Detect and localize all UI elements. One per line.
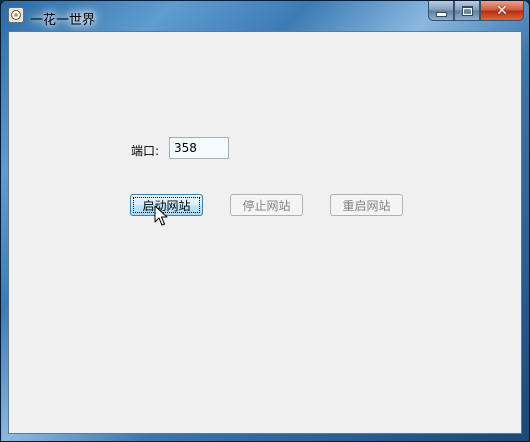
client-area: 端口: 启动网站 停止网站 重启网站 [8,31,522,434]
app-window: 一花一世界 ✕ 端口: 启动网站 停止网站 重启网站 [0,0,530,442]
stop-site-button[interactable]: 停止网站 [230,194,303,216]
stop-site-label: 停止网站 [242,198,291,213]
title-bar[interactable]: 一花一世界 ✕ [1,1,529,31]
close-icon: ✕ [496,2,508,19]
port-label: 端口: [131,144,160,158]
mouse-pointer-icon [154,205,168,227]
minimize-icon [435,11,447,17]
port-input[interactable] [169,137,229,159]
restart-site-button[interactable]: 重启网站 [330,194,403,216]
restart-site-label: 重启网站 [342,198,391,213]
minimize-button[interactable] [428,1,454,21]
maximize-button[interactable] [454,1,480,21]
maximize-icon [461,5,473,16]
caption-buttons: ✕ [428,1,524,21]
app-icon[interactable] [8,7,24,23]
window-title: 一花一世界 [30,13,96,28]
close-button[interactable]: ✕ [480,1,524,21]
